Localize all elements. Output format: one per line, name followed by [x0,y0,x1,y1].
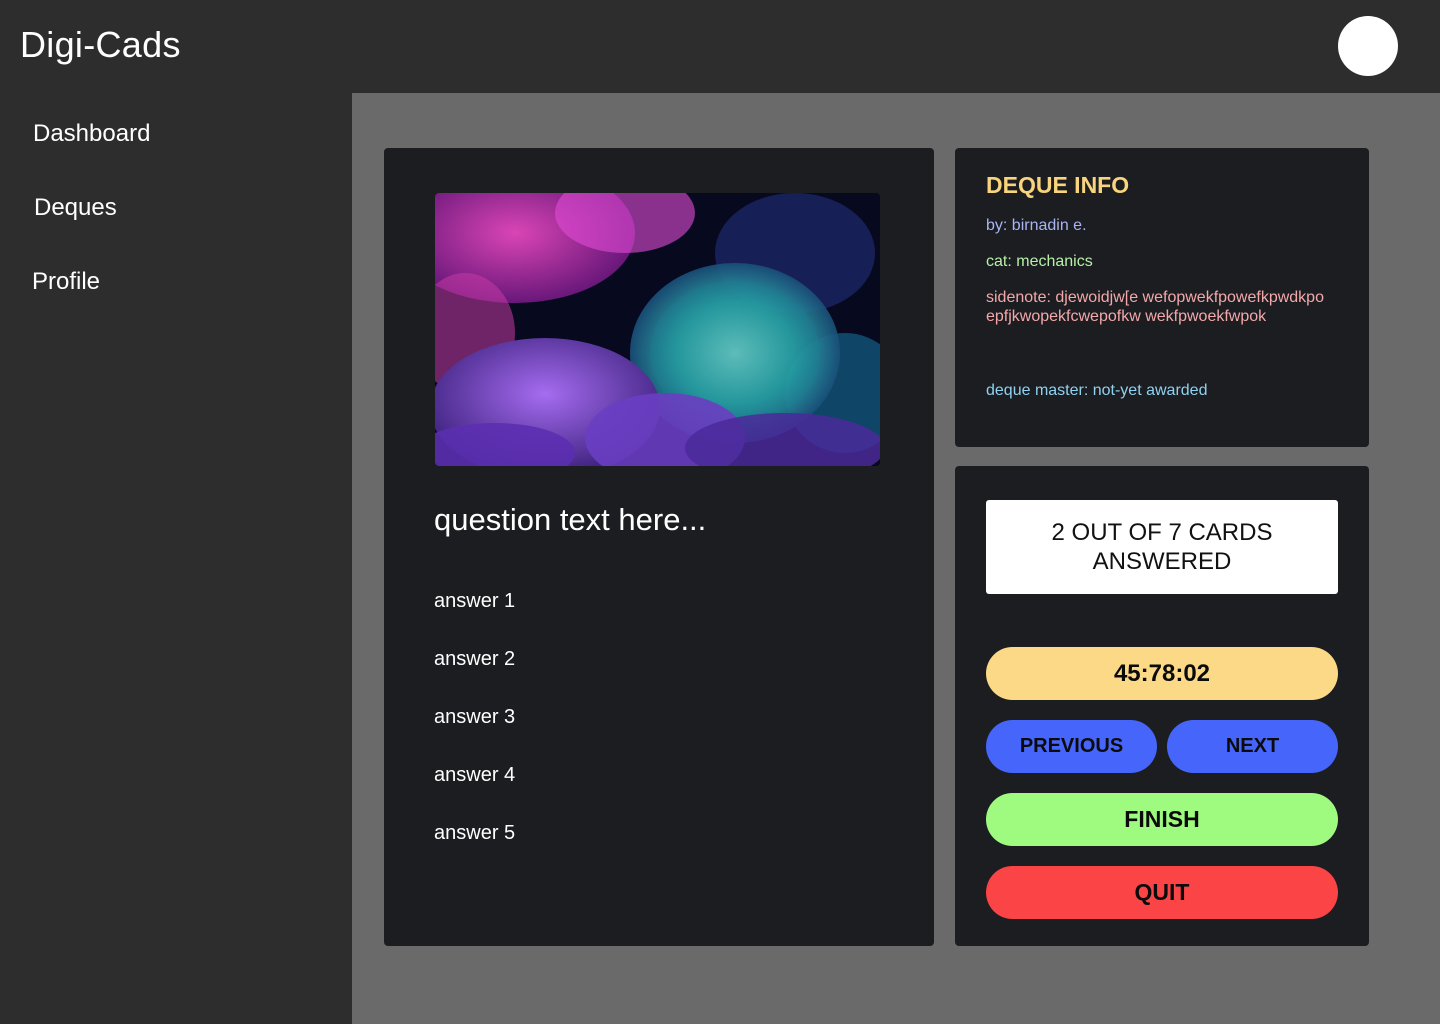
deque-category: cat: mechanics [986,253,1093,270]
card-panel: question text here... answer 1 answer 2 … [384,148,934,946]
deque-master-status: deque master: not-yet awarded [986,382,1208,399]
coral-reef-photo [435,193,880,466]
finish-button[interactable]: FINISH [986,793,1338,846]
next-button[interactable]: NEXT [1167,720,1338,773]
card-image [435,193,880,466]
answer-option[interactable]: answer 4 [434,764,515,787]
top-bar: Digi-Cads [0,0,1440,93]
previous-button[interactable]: PREVIOUS [986,720,1157,773]
progress-status: 2 OUT OF 7 CARDS ANSWERED [986,500,1338,594]
deque-sidenote: sidenote: djewoidjw[e wefopwekfpowefkpwd… [986,289,1324,325]
sidebar-item-deques[interactable]: Deques [34,194,117,222]
deque-info-title: DEQUE INFO [986,172,1130,198]
deque-author: by: birnadin e. [986,217,1087,234]
question-text: question text here... [434,502,707,537]
sidebar-item-profile[interactable]: Profile [32,268,100,296]
control-panel: 2 OUT OF 7 CARDS ANSWERED 45:78:02 PREVI… [955,466,1369,946]
sidebar-item-dashboard[interactable]: Dashboard [33,120,150,148]
deque-info-panel: DEQUE INFO by: birnadin e. cat: mechanic… [955,148,1369,447]
user-avatar[interactable] [1338,16,1398,76]
answer-option[interactable]: answer 5 [434,822,515,845]
app-title: Digi-Cads [20,24,181,65]
quit-button[interactable]: QUIT [986,866,1338,919]
answer-option[interactable]: answer 1 [434,590,515,613]
answer-option[interactable]: answer 2 [434,648,515,671]
sidebar: Dashboard Deques Profile [0,93,352,1024]
timer-display: 45:78:02 [986,647,1338,700]
answer-option[interactable]: answer 3 [434,706,515,729]
